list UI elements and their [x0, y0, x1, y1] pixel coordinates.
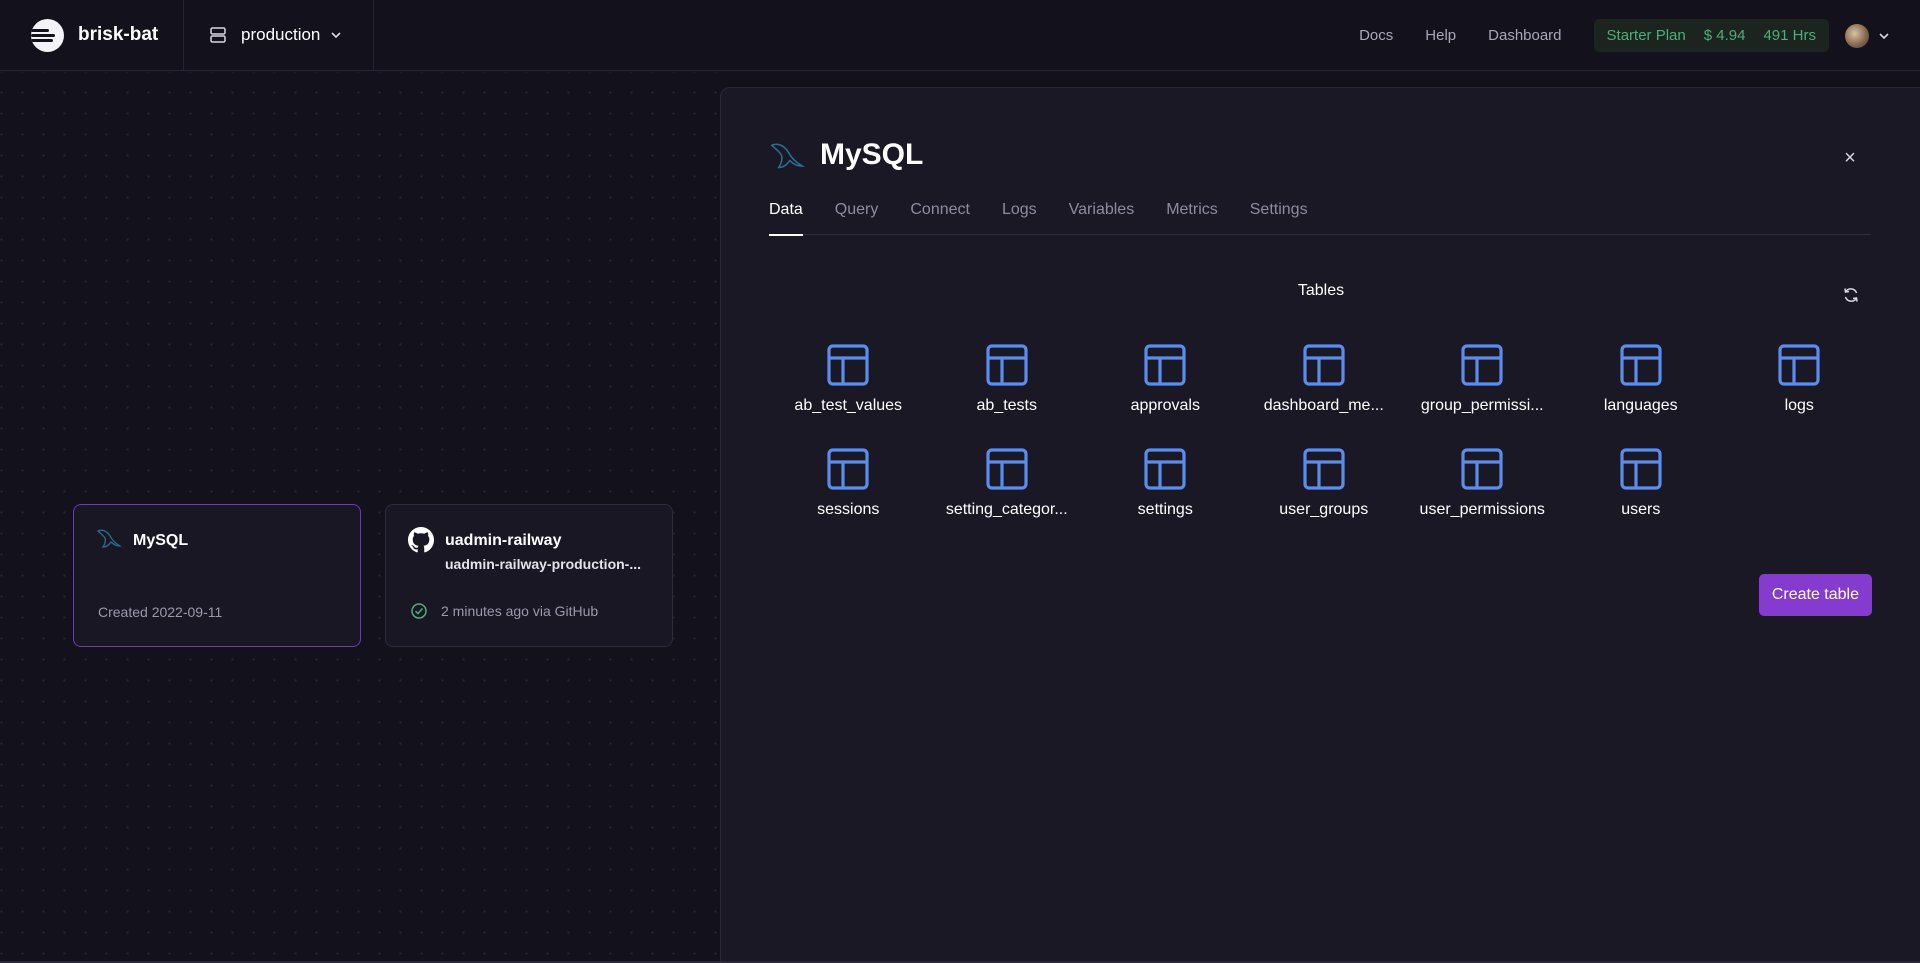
section-title: Tables: [1297, 282, 1345, 299]
card-title: uadmin-railway: [445, 532, 562, 549]
dashboard-link[interactable]: Dashboard: [1488, 27, 1561, 44]
panel-tabs: Data Query Connect Logs Variables Metric…: [769, 201, 1871, 236]
environment-selector[interactable]: production: [184, 0, 374, 71]
tab-metrics[interactable]: Metrics: [1166, 201, 1218, 235]
table-icon: [1461, 344, 1503, 386]
mysql-dolphin-icon: [96, 529, 122, 548]
table-item[interactable]: group_permissi...: [1403, 343, 1562, 415]
table-name: settings: [1137, 501, 1193, 518]
table-icon: [1303, 344, 1345, 386]
table-item[interactable]: setting_categor...: [928, 447, 1087, 519]
tab-data[interactable]: Data: [769, 201, 803, 236]
table-icon: [986, 448, 1028, 490]
card-footer: Created 2022-09-11: [98, 604, 222, 620]
plan-cost: $ 4.94: [1703, 27, 1746, 44]
project-name: brisk-bat: [78, 24, 159, 45]
service-card-uadmin-railway[interactable]: uadmin-railway uadmin-railway-production…: [385, 504, 673, 647]
chevron-down-icon: [1879, 32, 1889, 39]
railway-logo-icon: [31, 18, 64, 52]
panel-header: MySQL: [769, 138, 923, 172]
table-icon: [1461, 448, 1503, 490]
help-link[interactable]: Help: [1425, 27, 1456, 44]
table-icon: [1144, 344, 1186, 386]
table-name: group_permissi...: [1420, 397, 1544, 414]
table-item[interactable]: settings: [1086, 447, 1245, 519]
create-table-button[interactable]: Create table: [1758, 574, 1872, 616]
tab-settings[interactable]: Settings: [1250, 201, 1308, 235]
check-circle-icon: [411, 603, 427, 619]
deploy-status: 2 minutes ago via GitHub: [441, 603, 599, 619]
table-item[interactable]: logs: [1720, 343, 1879, 415]
mysql-dolphin-icon: [770, 143, 805, 169]
table-name: languages: [1603, 397, 1678, 414]
table-item[interactable]: user_groups: [1245, 447, 1404, 519]
table-name: logs: [1784, 397, 1814, 414]
tab-logs[interactable]: Logs: [1002, 201, 1037, 235]
created-date: Created 2022-09-11: [98, 604, 223, 620]
table-icon: [827, 448, 869, 490]
plan-name: Starter Plan: [1606, 27, 1686, 44]
table-name: ab_tests: [976, 397, 1037, 414]
table-item[interactable]: languages: [1562, 343, 1721, 415]
panel-title: MySQL: [820, 138, 924, 171]
project-canvas[interactable]: MySQL Created 2022-09-11 uadmin-railway …: [0, 72, 720, 963]
service-card-mysql[interactable]: MySQL Created 2022-09-11: [73, 504, 361, 647]
github-icon: [408, 527, 434, 553]
server-icon: [210, 27, 226, 43]
user-menu[interactable]: [1845, 23, 1890, 48]
tab-query[interactable]: Query: [835, 201, 879, 235]
card-footer: 2 minutes ago via GitHub: [410, 602, 598, 620]
table-icon: [1620, 344, 1662, 386]
card-title: MySQL: [133, 532, 189, 549]
service-panel: MySQL × Data Query Connect Logs Variable…: [720, 87, 1920, 963]
table-name: setting_categor...: [945, 501, 1068, 518]
top-bar: brisk-bat production Docs Help Dashboard…: [0, 0, 1920, 71]
environment-name: production: [241, 25, 321, 44]
table-name: sessions: [817, 501, 880, 518]
table-name: approvals: [1130, 397, 1200, 414]
table-icon: [986, 344, 1028, 386]
table-icon: [1778, 344, 1820, 386]
table-item[interactable]: users: [1562, 447, 1721, 519]
refresh-icon[interactable]: [1842, 286, 1860, 304]
plan-hours: 491 Hrs: [1763, 27, 1816, 44]
top-nav: Docs Help Dashboard Starter Plan $ 4.94 …: [1359, 0, 1920, 71]
chevron-down-icon: [331, 32, 341, 39]
table-item[interactable]: user_permissions: [1403, 447, 1562, 519]
table-name: users: [1621, 501, 1661, 518]
docs-link[interactable]: Docs: [1359, 27, 1393, 44]
table-name: ab_test_values: [794, 397, 903, 414]
table-name: user_groups: [1279, 501, 1369, 518]
tables-grid: ab_test_values ab_tests approvals dashboard…: [769, 343, 1879, 519]
avatar: [1845, 23, 1869, 48]
table-icon: [827, 344, 869, 386]
tab-variables[interactable]: Variables: [1069, 201, 1135, 235]
table-item[interactable]: approvals: [1086, 343, 1245, 415]
table-item[interactable]: ab_tests: [928, 343, 1087, 415]
table-icon: [1303, 448, 1345, 490]
table-icon: [1144, 448, 1186, 490]
project-switcher[interactable]: brisk-bat: [0, 0, 184, 71]
plan-usage-badge[interactable]: Starter Plan $ 4.94 491 Hrs: [1593, 19, 1829, 52]
table-name: user_permissions: [1419, 501, 1545, 518]
close-button[interactable]: ×: [1840, 148, 1860, 168]
table-icon: [1620, 448, 1662, 490]
table-name: dashboard_me...: [1263, 397, 1384, 414]
table-item[interactable]: dashboard_me...: [1245, 343, 1404, 415]
table-item[interactable]: ab_test_values: [769, 343, 928, 415]
tab-connect[interactable]: Connect: [910, 201, 970, 235]
table-item[interactable]: sessions: [769, 447, 928, 519]
card-subtitle: uadmin-railway-production-...: [445, 556, 642, 572]
